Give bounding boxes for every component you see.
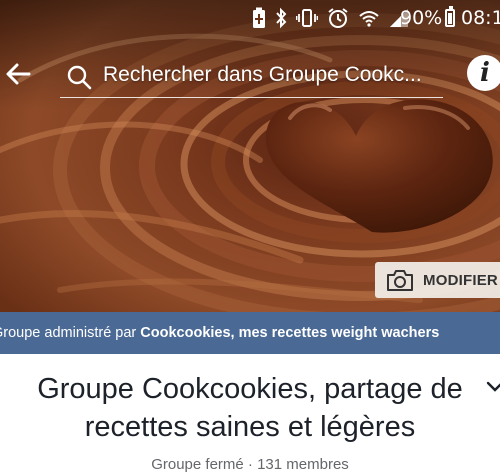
admin-banner-text: Groupe administré par Cookcookies, mes r… xyxy=(0,312,439,354)
search-icon xyxy=(67,65,92,90)
group-title-line-2: recettes saines et légères xyxy=(84,411,416,443)
admin-prefix: Groupe administré par xyxy=(0,325,141,341)
search-input[interactable]: Rechercher dans Groupe Cookc... xyxy=(60,58,443,98)
edit-cover-button[interactable]: MODIFIER xyxy=(375,262,500,298)
edit-cover-label: MODIFIER xyxy=(423,271,498,289)
group-title: Groupe Cookcookies, partage de recettes … xyxy=(0,370,500,446)
bluetooth-icon xyxy=(276,7,287,29)
group-title-line-1: Groupe Cookcookies, partage de xyxy=(37,373,463,405)
clock: 08:1 xyxy=(461,7,500,29)
chevron-down-icon[interactable] xyxy=(486,380,500,394)
info-icon: i xyxy=(480,58,490,88)
vibrate-icon xyxy=(296,9,318,27)
back-button[interactable] xyxy=(4,60,32,88)
group-meta: Groupe fermé · 131 membres xyxy=(151,456,349,473)
search-placeholder: Rechercher dans Groupe Cookc... xyxy=(103,63,422,86)
battery-saver-icon xyxy=(253,7,265,28)
status-bar: 90% 08:1 xyxy=(0,0,500,36)
camera-icon xyxy=(387,270,413,291)
admin-name-link[interactable]: Cookcookies, mes recettes weight wachers xyxy=(140,325,439,341)
back-arrow-icon xyxy=(6,63,31,85)
info-button[interactable]: i xyxy=(467,55,500,91)
alarm-icon xyxy=(328,8,348,28)
wifi-icon xyxy=(359,11,379,27)
admin-banner[interactable]: Groupe administré par Cookcookies, mes r… xyxy=(0,312,500,354)
battery-percent: 90% xyxy=(400,7,443,29)
battery-icon xyxy=(445,6,455,27)
status-icons xyxy=(252,6,409,30)
